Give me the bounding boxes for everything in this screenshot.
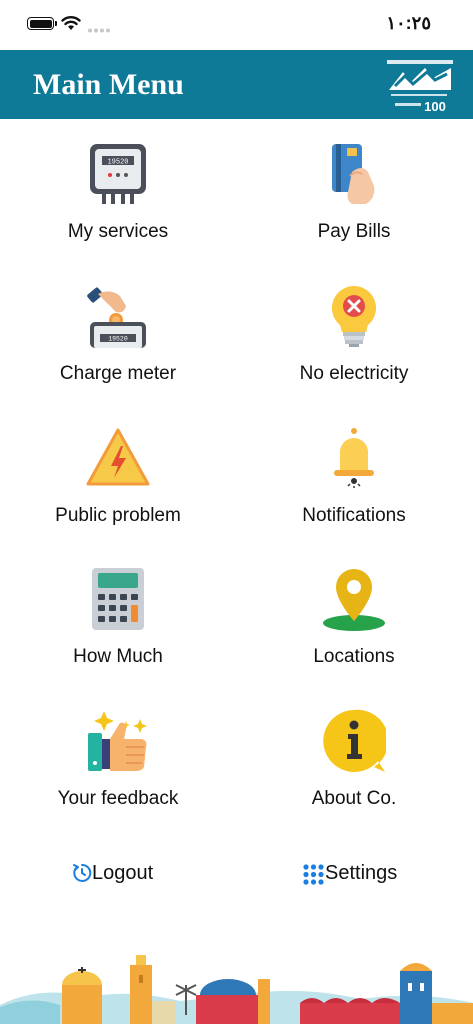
menu-item-no-electricity[interactable]: No electricity [236, 284, 472, 404]
menu-label-charge-meter: Charge meter [59, 363, 177, 384]
bell-icon [334, 428, 374, 488]
logout-icon [73, 863, 92, 882]
info-bubble-icon [323, 709, 386, 772]
map-pin-icon [323, 569, 385, 631]
menu-item-your-feedback[interactable]: Your feedback [0, 709, 236, 829]
broken-bulb-icon [331, 285, 377, 347]
menu-label-locations: Locations [313, 646, 395, 667]
electric-meter-icon: 19520 [90, 144, 146, 204]
menu-label-no-electricity: No electricity [299, 363, 409, 384]
menu-label-my-services: My services [67, 221, 169, 242]
credit-card-hand-icon [332, 144, 375, 204]
menu-item-notifications[interactable]: Notifications [236, 426, 472, 546]
status-time: ١٠:٢٥ [386, 13, 431, 33]
menu-label-notifications: Notifications [302, 505, 406, 526]
menu-label-about-company: About Co. [311, 788, 397, 809]
menu-label-your-feedback: Your feedback [57, 788, 179, 809]
menu-item-about-company[interactable]: About Co. [236, 709, 472, 829]
menu-item-pay-bills[interactable]: Pay Bills [236, 142, 472, 262]
wifi-icon [61, 16, 81, 30]
menu-item-locations[interactable]: Locations [236, 567, 472, 687]
warning-lightning-icon [86, 428, 150, 486]
menu-item-my-services[interactable]: 19520 My services [0, 142, 236, 262]
menu-item-public-problem[interactable]: Public problem [0, 426, 236, 546]
svg-text:19520: 19520 [108, 336, 128, 343]
grid-dots-icon [303, 864, 324, 885]
logout-button[interactable]: Logout [70, 860, 170, 890]
battery-icon [27, 17, 57, 30]
page-title: Main Menu [33, 68, 184, 101]
menu-label-pay-bills: Pay Bills [317, 221, 391, 242]
logout-label: Logout [92, 862, 154, 884]
company-logo-icon: 100 [387, 60, 453, 114]
menu-label-how-much: How Much [73, 646, 163, 667]
thumbs-up-icon [88, 711, 147, 771]
status-bar: ١٠:٢٥ [0, 0, 473, 50]
menu-label-public-problem: Public problem [55, 505, 181, 526]
app-header: Main Menu 100 [0, 50, 473, 119]
settings-label: Settings [325, 862, 398, 884]
city-skyline-illustration [0, 955, 473, 1024]
signal-icon [88, 28, 110, 33]
menu-item-charge-meter[interactable]: 19520 Charge meter [0, 284, 236, 404]
svg-text:19520: 19520 [107, 159, 128, 167]
calculator-icon [92, 568, 144, 630]
settings-button[interactable]: Settings [302, 860, 412, 890]
svg-text:100: 100 [424, 99, 446, 114]
coin-meter-icon: 19520 [87, 287, 146, 348]
menu-item-how-much[interactable]: How Much [0, 567, 236, 687]
